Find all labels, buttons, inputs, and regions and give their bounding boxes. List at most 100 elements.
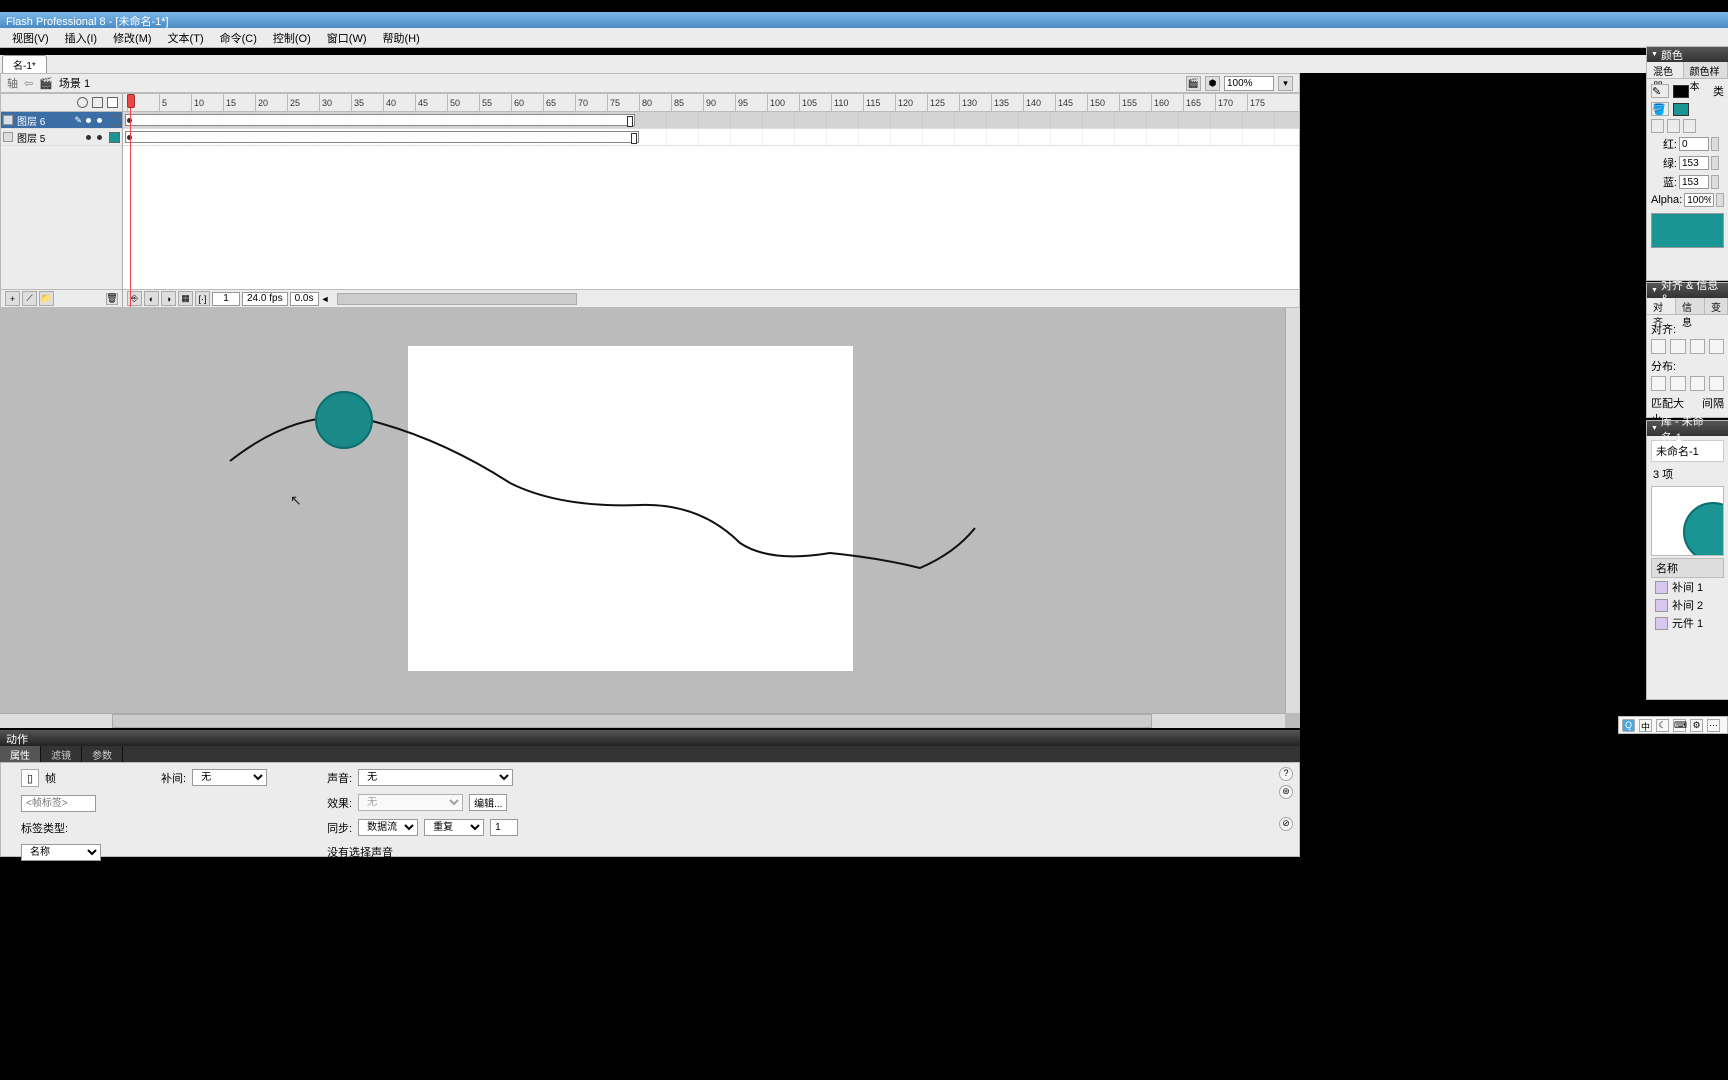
ruler-tick[interactable]: 10 [191, 94, 223, 112]
zoom-input[interactable] [1224, 76, 1274, 91]
layer-visible-dot[interactable] [86, 118, 91, 123]
ruler-tick[interactable]: 165 [1183, 94, 1215, 112]
ime-more-icon[interactable]: ⋯ [1707, 719, 1720, 732]
ruler-tick[interactable]: 5 [159, 94, 191, 112]
ruler-tick[interactable]: 70 [575, 94, 607, 112]
timeline-scrollbar[interactable] [337, 293, 577, 305]
ruler-tick[interactable]: 80 [639, 94, 671, 112]
ime-moon-icon[interactable]: ☾ [1656, 719, 1669, 732]
scene-name[interactable]: 场景 1 [59, 75, 90, 91]
menu-view[interactable]: 视图(V) [4, 28, 57, 48]
ruler-tick[interactable]: 135 [991, 94, 1023, 112]
tab-swatches[interactable]: 颜色样本 [1684, 62, 1728, 78]
outline-column-icon[interactable] [107, 97, 118, 108]
center-frame-icon[interactable]: ⎆ [127, 291, 142, 306]
tab-transform[interactable]: 变 [1705, 298, 1728, 314]
visibility-column-icon[interactable] [77, 97, 88, 108]
ruler-tick[interactable]: 60 [511, 94, 543, 112]
ruler-tick[interactable]: 120 [895, 94, 927, 112]
new-layer-icon[interactable]: + [5, 291, 20, 306]
frame-tag-input[interactable] [21, 795, 96, 812]
ruler-tick[interactable]: 35 [351, 94, 383, 112]
ime-toolbar[interactable]: Q 中 ☾ ⌨ ⚙ ⋯ [1618, 716, 1728, 734]
delete-layer-icon[interactable]: 🗑 [106, 293, 118, 305]
ruler-tick[interactable]: 85 [671, 94, 703, 112]
edit-multiple-icon[interactable]: ▦ [178, 291, 193, 306]
layer-outline-color[interactable] [109, 115, 120, 126]
tab-mixer[interactable]: 混色器 [1647, 62, 1684, 78]
blue-input[interactable] [1679, 175, 1709, 189]
align-hcenter-icon[interactable] [1670, 339, 1685, 354]
layer-lock-dot[interactable] [97, 118, 102, 123]
ruler-tick[interactable]: 75 [607, 94, 639, 112]
ime-settings-icon[interactable]: ⚙ [1690, 719, 1703, 732]
ruler-tick[interactable]: 100 [767, 94, 799, 112]
help-icon[interactable]: ⊘ [1279, 817, 1293, 831]
ime-mode-button[interactable]: 中 [1639, 719, 1652, 732]
stage-vertical-scrollbar[interactable] [1285, 308, 1300, 713]
layer-lock-dot[interactable] [97, 135, 102, 140]
alpha-input[interactable] [1684, 193, 1714, 207]
spinner-icon[interactable] [1716, 193, 1724, 207]
actions-panel-header[interactable]: 动作 [0, 730, 1300, 746]
ruler-tick[interactable]: 20 [255, 94, 287, 112]
library-item[interactable]: 补间 1 [1651, 578, 1724, 596]
stage-horizontal-scrollbar[interactable] [0, 713, 1285, 728]
align-left-icon[interactable] [1651, 339, 1666, 354]
ruler-tick[interactable]: 105 [799, 94, 831, 112]
library-item[interactable]: 元件 1 [1651, 614, 1724, 632]
ruler-tick[interactable]: 25 [287, 94, 319, 112]
onion-markers-icon[interactable]: [·] [195, 291, 210, 306]
ruler-tick[interactable]: 115 [863, 94, 895, 112]
ruler-tick[interactable]: 40 [383, 94, 415, 112]
tab-align[interactable]: 对齐 [1647, 298, 1676, 314]
back-icon[interactable]: ⇦ [24, 77, 33, 90]
stroke-color-swatch[interactable] [1673, 85, 1689, 98]
frame-row[interactable] [123, 129, 1299, 146]
new-folder-icon[interactable]: 📁 [39, 291, 54, 306]
onion-outline-icon[interactable]: ◑ [161, 291, 176, 306]
distribute-icon[interactable] [1690, 376, 1705, 391]
label-type-select[interactable]: 名称 [21, 844, 101, 861]
new-guide-icon[interactable]: ⟋ [22, 291, 37, 306]
tab-info[interactable]: 信息 [1676, 298, 1705, 314]
frame-row[interactable] [123, 112, 1299, 129]
menu-modify[interactable]: 修改(M) [105, 28, 160, 48]
repeat-count-input[interactable] [490, 819, 518, 836]
menu-window[interactable]: 窗口(W) [319, 28, 375, 48]
document-tab[interactable]: 名-1* [2, 55, 47, 73]
ruler-tick[interactable]: 150 [1087, 94, 1119, 112]
ruler-tick[interactable]: 50 [447, 94, 479, 112]
library-item[interactable]: 补间 2 [1651, 596, 1724, 614]
align-right-icon[interactable] [1690, 339, 1705, 354]
layer-outline-color[interactable] [109, 132, 120, 143]
ruler-tick[interactable]: 90 [703, 94, 735, 112]
fill-color-swatch[interactable] [1673, 103, 1689, 116]
ruler-tick[interactable]: 130 [959, 94, 991, 112]
library-panel-header[interactable]: 库 - 未命名-1 [1647, 421, 1728, 436]
spinner-icon[interactable] [1711, 175, 1719, 189]
ruler-tick[interactable]: 95 [735, 94, 767, 112]
bw-icon[interactable] [1651, 119, 1664, 133]
ruler-tick[interactable]: 110 [831, 94, 863, 112]
help-icon[interactable]: ? [1279, 767, 1293, 781]
spinner-icon[interactable] [1711, 137, 1719, 151]
ruler-tick[interactable]: 140 [1023, 94, 1055, 112]
ruler-tick[interactable]: 30 [319, 94, 351, 112]
menu-control[interactable]: 控制(O) [265, 28, 319, 48]
layer-visible-dot[interactable] [86, 135, 91, 140]
ruler-tick[interactable]: 175 [1247, 94, 1279, 112]
ruler-tick[interactable]: 65 [543, 94, 575, 112]
green-input[interactable] [1679, 156, 1709, 170]
tween-select[interactable]: 无 [192, 769, 267, 786]
ruler-tick[interactable]: 55 [479, 94, 511, 112]
zoom-dropdown-icon[interactable]: ▾ [1278, 76, 1293, 91]
tab-parameters[interactable]: 参数 [82, 746, 123, 762]
layer-row[interactable]: 图层 6 ✎ [1, 112, 122, 129]
red-input[interactable] [1679, 137, 1709, 151]
stroke-tool-icon[interactable]: ✎ [1651, 84, 1669, 98]
fill-tool-icon[interactable]: 🪣 [1651, 102, 1669, 116]
sound-select[interactable]: 无 [358, 769, 513, 786]
ruler-tick[interactable]: 125 [927, 94, 959, 112]
edit-symbol-icon[interactable]: ⬢ [1205, 76, 1220, 91]
